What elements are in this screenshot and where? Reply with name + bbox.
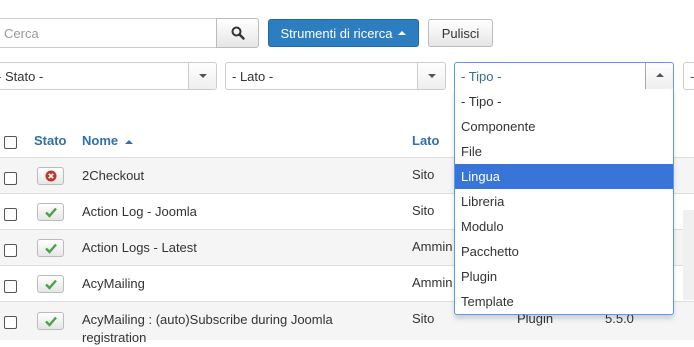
status-filter-value: - Stato - xyxy=(0,69,44,84)
extension-name[interactable]: AcyMailing : (auto)Subscribe during Joom… xyxy=(82,311,372,347)
side-filter-value: - Lato - xyxy=(232,69,274,84)
clear-button[interactable]: Pulisci xyxy=(428,19,493,47)
row-checkbox[interactable] xyxy=(4,208,17,221)
status-toggle-button[interactable] xyxy=(37,312,64,330)
type-option[interactable]: Plugin xyxy=(455,264,673,289)
type-option[interactable]: Pacchetto xyxy=(455,239,673,264)
extension-name[interactable]: AcyMailing xyxy=(82,275,372,293)
select-all-checkbox[interactable] xyxy=(4,136,17,149)
search-button[interactable] xyxy=(216,18,259,48)
column-header-name-label: Nome xyxy=(82,133,119,148)
extra-filter-select[interactable]: - xyxy=(683,62,694,90)
status-toggle-button[interactable] xyxy=(37,167,64,185)
column-header-status[interactable]: Stato xyxy=(34,133,67,148)
chevron-down-icon xyxy=(428,74,436,78)
search-tools-label: Strumenti di ricerca xyxy=(280,25,393,41)
caret-up-icon xyxy=(398,31,407,35)
search-input[interactable] xyxy=(0,18,217,48)
disabled-icon xyxy=(45,170,57,182)
status-toggle-button[interactable] xyxy=(37,275,64,293)
status-toggle-button[interactable] xyxy=(37,239,64,257)
select-arrow xyxy=(645,63,673,89)
row-checkbox[interactable] xyxy=(4,316,17,329)
scrollbar-track[interactable] xyxy=(683,210,694,300)
extension-side: Sito xyxy=(412,311,435,326)
type-option[interactable]: Libreria xyxy=(455,189,673,214)
extension-side: Sito xyxy=(412,203,435,218)
extension-name[interactable]: Action Logs - Latest xyxy=(82,239,372,257)
type-filter-select[interactable]: - Tipo - xyxy=(454,62,674,90)
type-option[interactable]: Template xyxy=(455,289,673,314)
check-icon xyxy=(45,207,57,218)
type-option[interactable]: Modulo xyxy=(455,214,673,239)
select-arrow xyxy=(417,63,445,89)
status-toggle-button[interactable] xyxy=(37,203,64,221)
extension-name[interactable]: 2Checkout xyxy=(82,167,372,185)
column-header-name[interactable]: Nome xyxy=(82,133,133,148)
side-filter-select[interactable]: - Lato - xyxy=(225,62,446,90)
type-option[interactable]: File xyxy=(455,139,673,164)
extension-side: Ammin xyxy=(412,239,453,254)
row-checkbox[interactable] xyxy=(4,244,17,257)
type-option-highlighted[interactable]: Lingua xyxy=(455,164,673,189)
search-icon xyxy=(231,26,245,40)
search-tools-button[interactable]: Strumenti di ricerca xyxy=(268,19,419,47)
extension-side: Sito xyxy=(412,167,435,182)
chevron-down-icon xyxy=(199,74,207,78)
type-dropdown-list: - Tipo - Componente File Lingua Libreria… xyxy=(454,89,674,315)
column-header-side[interactable]: Lato xyxy=(412,133,439,148)
check-icon xyxy=(45,316,57,327)
check-icon xyxy=(45,279,57,290)
extra-filter-value: - xyxy=(690,69,694,84)
row-checkbox[interactable] xyxy=(4,280,17,293)
status-filter-select[interactable]: - Stato - xyxy=(0,62,217,90)
clear-label: Pulisci xyxy=(441,25,480,41)
type-option[interactable]: - Tipo - xyxy=(455,89,673,114)
extension-name[interactable]: Action Log - Joomla xyxy=(82,203,372,221)
type-filter-value: - Tipo - xyxy=(461,69,502,84)
sort-asc-icon xyxy=(124,139,133,144)
select-arrow xyxy=(188,63,216,89)
type-option[interactable]: Componente xyxy=(455,114,673,139)
chevron-up-icon xyxy=(656,73,664,77)
row-checkbox[interactable] xyxy=(4,172,17,185)
check-icon xyxy=(45,243,57,254)
extension-side: Ammin xyxy=(412,275,453,290)
